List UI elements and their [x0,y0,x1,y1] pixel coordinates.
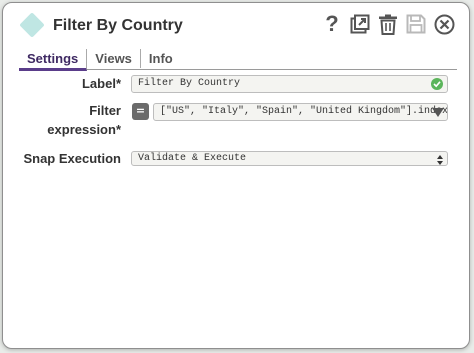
dialog-title: Filter By Country [53,17,183,34]
snap-execution-caption: Snap Execution [23,151,121,166]
snap-execution-value: Validate & Execute [138,153,247,164]
snap-execution-select[interactable]: Validate & Execute [131,151,448,166]
help-icon[interactable]: ? [321,12,343,36]
snap-settings-dialog: Filter By Country ? Settings Views Info … [2,2,470,349]
expression-toggle-button[interactable]: = [132,103,149,120]
label-row: Label* Filter By Country [3,74,469,94]
tab-views[interactable]: Views [87,49,141,68]
filter-expression-field[interactable]: ["US", "Italy", "Spain", "United Kingdom… [153,103,448,121]
filter-expression-caption: Filter expression* [47,101,121,139]
filter-caption-line2: expression* [47,122,121,137]
close-icon[interactable] [433,12,455,36]
save-icon[interactable] [405,12,427,36]
snap-diamond-icon [19,12,45,38]
label-field-value: Filter By Country [138,78,241,89]
filter-caption-line1: Filter [89,103,121,118]
label-field[interactable]: Filter By Country [131,75,448,93]
dialog-header: Filter By Country ? [3,3,469,49]
expression-dropdown-icon[interactable] [432,108,444,117]
snap-execution-row: Snap Execution Validate & Execute [3,149,469,169]
tab-info[interactable]: Info [141,49,181,68]
label-field-caption: Label* [81,76,121,91]
tab-settings[interactable]: Settings [19,49,88,71]
filter-expression-value: ["US", "Italy", "Spain", "United Kingdom… [160,106,448,117]
delete-icon[interactable] [377,12,399,36]
settings-tabs: Settings Views Info [19,49,457,71]
filter-expression-row: Filter expression* = ["US", "Italy", "Sp… [3,101,469,141]
export-icon[interactable] [349,12,371,36]
valid-check-icon [431,78,443,90]
header-actions: ? [321,12,455,36]
select-updown-icon [437,155,443,165]
